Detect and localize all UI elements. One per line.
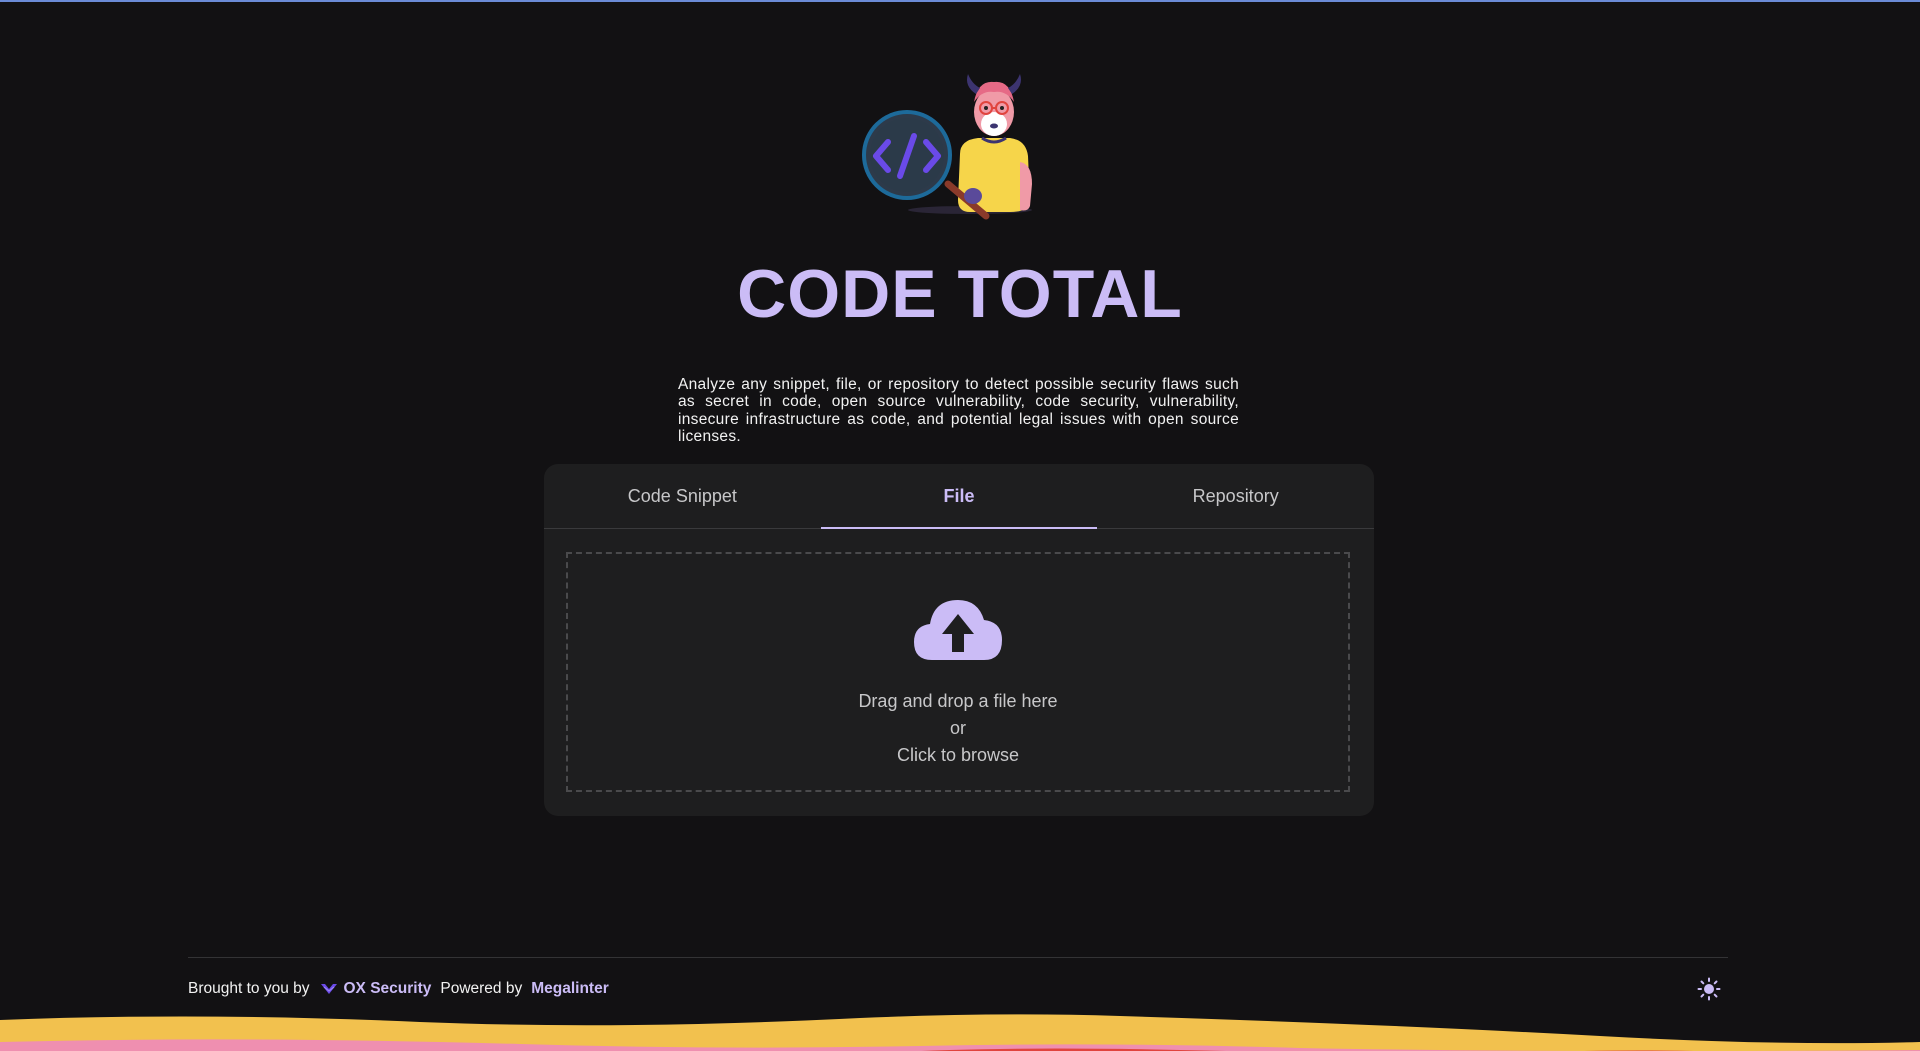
megalinter-link[interactable]: Megalinter — [531, 980, 609, 998]
ox-logo-icon — [320, 984, 337, 994]
brought-by-label: Brought to you by — [188, 980, 310, 997]
dropzone-browse-text[interactable]: Click to browse — [568, 742, 1348, 769]
mascot-logo — [862, 74, 1032, 220]
page: CODE TOTAL Analyze any snippet, file, or… — [0, 0, 1920, 1051]
cloud-upload-icon — [914, 600, 1002, 660]
footer: Brought to you by OX Security Powered by… — [188, 978, 609, 1000]
footer-waves — [0, 1014, 1920, 1051]
dropzone-or-text: or — [949, 718, 966, 738]
file-dropzone[interactable]: Drag and drop a file here or Click to br… — [566, 552, 1350, 792]
analysis-card: Code Snippet File Repository Drag and dr… — [544, 464, 1374, 816]
footer-divider — [188, 957, 1728, 958]
hero: CODE TOTAL — [0, 72, 1920, 332]
ox-security-link[interactable]: OX Security — [344, 980, 432, 998]
input-tabs: Code Snippet File Repository — [544, 464, 1374, 529]
tab-repository[interactable]: Repository — [1097, 464, 1374, 528]
sun-icon[interactable] — [1697, 977, 1721, 1001]
powered-by-label: Powered by — [440, 980, 523, 997]
dropzone-drag-text: Drag and drop a file here — [858, 691, 1058, 711]
app-description: Analyze any snippet, file, or repository… — [678, 375, 1239, 446]
tab-file[interactable]: File — [820, 464, 1098, 529]
page-title: CODE TOTAL — [737, 256, 1183, 332]
tab-code-snippet[interactable]: Code Snippet — [544, 464, 821, 528]
